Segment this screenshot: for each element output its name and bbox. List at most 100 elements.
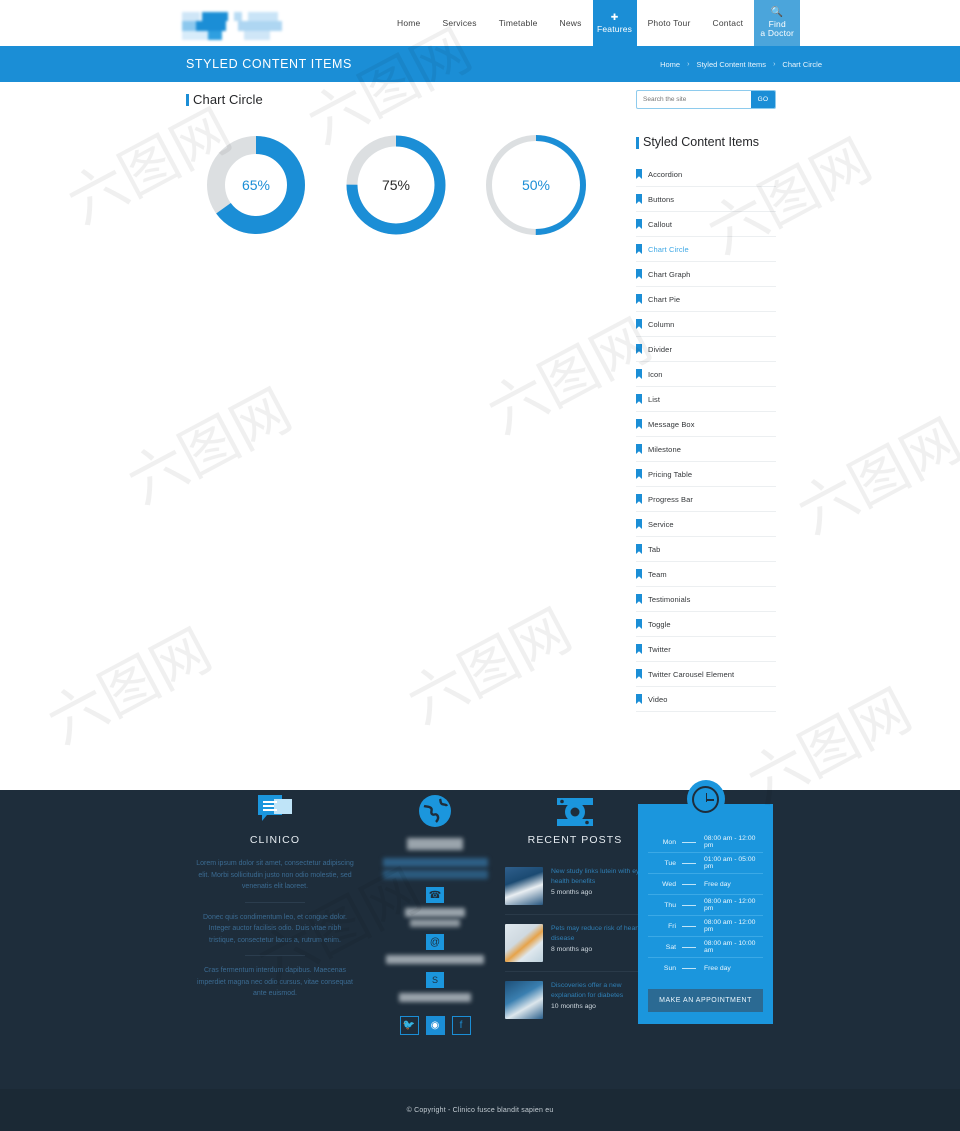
post-title[interactable]: Discoveries offer a new explanation for … (551, 981, 645, 1001)
contact-address-blurred (382, 858, 488, 867)
sidebar-item-pricing-table[interactable]: Pricing Table (636, 462, 776, 487)
sidebar-item-list[interactable]: List (636, 387, 776, 412)
copyright-text: © Copyright - Clinico fusce blandit sapi… (406, 1106, 554, 1114)
site-header: Home Services Timetable News ✚ Features … (0, 0, 960, 46)
nav-item-find-a-doctor[interactable]: 🔍 Find a Doctor (754, 0, 801, 46)
recent-post-item[interactable]: New study links lutein with eye health b… (505, 858, 645, 915)
schedule-day: Fri (668, 922, 676, 930)
contact-email-blurred (386, 955, 484, 964)
sidebar-item-label: Message Box (648, 419, 695, 429)
nav-label: Services (442, 18, 477, 28)
bookmark-icon (636, 419, 642, 429)
sidebar-item-divider[interactable]: Divider (636, 337, 776, 362)
sidebar-item-buttons[interactable]: Buttons (636, 187, 776, 212)
sidebar-item-label: Chart Pie (648, 294, 681, 304)
chat-bubbles-icon (195, 790, 355, 834)
footer-about-p2: Donec quis condimentum leo, et congue do… (203, 913, 347, 944)
breadcrumb: Home › Styled Content Items › Chart Circ… (660, 60, 822, 69)
nav-item-services[interactable]: Services (431, 0, 487, 46)
facebook-icon[interactable]: f (451, 1016, 471, 1035)
sidebar-item-accordion[interactable]: Accordion (636, 162, 776, 187)
schedule-row: Thu 08:00 am - 12:00 pm (648, 895, 763, 916)
site-logo[interactable] (182, 12, 290, 40)
schedule-day: Thu (664, 901, 676, 909)
nav-item-news[interactable]: News (549, 0, 593, 46)
bookmark-icon (636, 369, 642, 379)
search-input[interactable] (637, 91, 751, 108)
dash-divider (682, 968, 696, 969)
site-footer: CLINICO Lorem ipsum dolor sit amet, cons… (0, 780, 960, 1089)
section-title: Chart Circle (186, 92, 606, 107)
footer-about-p3: Cras fermentum interdum dapibus. Maecena… (196, 967, 354, 997)
search-icon: 🔍 (770, 7, 784, 18)
recent-posts-list: New study links lutein with eye health b… (505, 858, 645, 1028)
contact-skype-blurred (399, 993, 471, 1002)
nav-label: Home (397, 18, 421, 28)
sidebar-item-label: Video (648, 694, 668, 704)
post-date: 10 months ago (551, 1003, 596, 1010)
footer-about-heading: CLINICO (249, 834, 301, 846)
sidebar-item-label: List (648, 394, 661, 404)
plus-icon: ✚ (610, 12, 619, 22)
nav-item-timetable[interactable]: Timetable (488, 0, 549, 46)
sidebar-title: Styled Content Items (636, 135, 776, 149)
sidebar-item-progress-bar[interactable]: Progress Bar (636, 487, 776, 512)
dash-divider (682, 904, 696, 906)
post-title[interactable]: New study links lutein with eye health b… (551, 867, 645, 887)
post-thumbnail (505, 981, 543, 1019)
make-appointment-button[interactable]: MAKE AN APPOINTMENT (648, 989, 763, 1012)
bookmark-icon (636, 469, 642, 479)
chevron-right-icon: › (687, 60, 690, 68)
divider (245, 901, 305, 903)
sidebar-item-chart-graph[interactable]: Chart Graph (636, 262, 776, 287)
sidebar-item-callout[interactable]: Callout (636, 212, 776, 237)
footer-recent-posts-column: RECENT POSTS New study links lutein with… (505, 790, 645, 1028)
bookmark-icon (636, 269, 642, 279)
sidebar-item-column[interactable]: Column (636, 312, 776, 337)
sidebar-item-label: Icon (648, 369, 663, 379)
sidebar-item-chart-pie[interactable]: Chart Pie (636, 287, 776, 312)
sidebar-item-twitter-carousel-element[interactable]: Twitter Carousel Element (636, 662, 776, 687)
nav-item-contact[interactable]: Contact (702, 0, 755, 46)
bookmark-icon (636, 294, 642, 304)
sidebar-item-toggle[interactable]: Toggle (636, 612, 776, 637)
post-title[interactable]: Pets may reduce risk of heart disease (551, 924, 645, 944)
sidebar-item-milestone[interactable]: Milestone (636, 437, 776, 462)
sidebar-item-message-box[interactable]: Message Box (636, 412, 776, 437)
breadcrumb-item-home[interactable]: Home (660, 60, 680, 69)
sidebar-item-label: Divider (648, 344, 673, 354)
sidebar-item-testimonials[interactable]: Testimonials (636, 587, 776, 612)
sidebar-item-icon[interactable]: Icon (636, 362, 776, 387)
sidebar-item-chart-circle[interactable]: Chart Circle (636, 237, 776, 262)
footer-about-column: CLINICO Lorem ipsum dolor sit amet, cons… (195, 790, 355, 1000)
nav-item-features[interactable]: ✚ Features (592, 0, 637, 46)
sidebar-item-label: Milestone (648, 444, 681, 454)
sidebar-item-list: Accordion Buttons Callout Chart Circle Chart… (636, 162, 776, 712)
sidebar-item-service[interactable]: Service (636, 512, 776, 537)
sidebar-item-tab[interactable]: Tab (636, 537, 776, 562)
camera-icon (505, 790, 645, 834)
schedule-row: Wed Free day (648, 874, 763, 895)
instagram-icon[interactable]: ◉ (425, 1016, 445, 1035)
nav-item-photo-tour[interactable]: Photo Tour (637, 0, 702, 46)
sidebar-item-label: Twitter (648, 644, 671, 654)
phone-icon: ☎ (426, 887, 444, 903)
sidebar-item-team[interactable]: Team (636, 562, 776, 587)
schedule-row: Sun Free day (648, 958, 763, 979)
nav-item-home[interactable]: Home (386, 0, 431, 46)
sidebar-item-label: Progress Bar (648, 494, 693, 504)
recent-post-item[interactable]: Pets may reduce risk of heart disease 8 m… (505, 915, 645, 972)
donut-chart-75: 75% (326, 129, 466, 241)
sidebar-item-twitter[interactable]: Twitter (636, 637, 776, 662)
sidebar-item-video[interactable]: Video (636, 687, 776, 712)
nav-label: Timetable (498, 18, 538, 28)
twitter-icon[interactable]: 🐦 (399, 1016, 419, 1035)
contact-phone-blurred (405, 908, 465, 917)
chart-circle-group: 65% 75% 50% (186, 129, 606, 241)
sidebar-item-label: Service (648, 519, 674, 529)
search-go-button[interactable]: GO (751, 91, 775, 108)
nav-label: Features (596, 24, 633, 34)
breadcrumb-item-styled-content-items[interactable]: Styled Content Items (696, 60, 766, 69)
recent-post-item[interactable]: Discoveries offer a new explanation for … (505, 972, 645, 1028)
donut-label: 50% (521, 177, 551, 193)
